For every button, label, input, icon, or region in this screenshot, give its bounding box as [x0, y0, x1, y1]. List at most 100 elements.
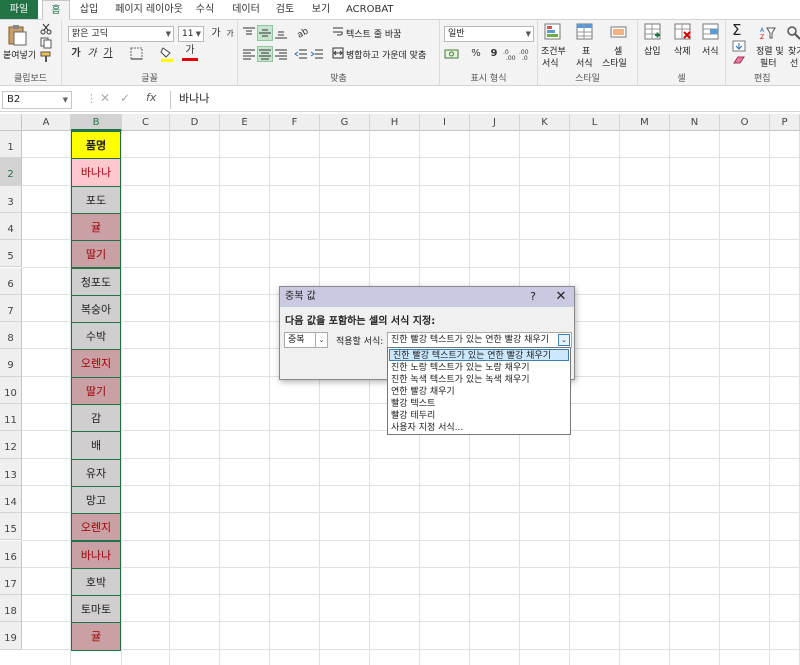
row-header-16[interactable]: 16 — [0, 540, 22, 568]
column-header-d[interactable]: D — [170, 114, 220, 131]
row-header-7[interactable]: 7 — [0, 294, 22, 323]
column-header-n[interactable]: N — [670, 114, 720, 131]
percent-button[interactable]: % — [468, 46, 484, 62]
sort-label-2[interactable]: 필터 — [760, 56, 777, 69]
chevron-down-icon[interactable]: ⌄ — [558, 334, 570, 346]
cell-b15[interactable]: 오렌지 — [71, 513, 121, 542]
cell-style-label-2[interactable]: 스타일 — [602, 56, 627, 69]
duplicate-type-select[interactable]: 중복 ⌄ — [284, 332, 328, 348]
table-label-2[interactable]: 서식 — [576, 56, 593, 69]
column-header-k[interactable]: K — [520, 114, 570, 131]
confirm-entry-icon[interactable]: ✓ — [120, 91, 130, 105]
row-header-17[interactable]: 17 — [0, 567, 22, 596]
format-option[interactable]: 진한 노랑 텍스트가 있는 노랑 채우기 — [388, 362, 570, 374]
decrease-decimal-icon[interactable]: .00.0 — [518, 47, 532, 61]
column-header-o[interactable]: O — [720, 114, 770, 131]
column-header-f[interactable]: F — [270, 114, 320, 131]
bold-button[interactable]: 가 — [68, 46, 84, 62]
formula-input[interactable]: 바나나 — [170, 91, 790, 109]
column-header-h[interactable]: H — [370, 114, 420, 131]
cond-format-label-2[interactable]: 서식 — [542, 56, 559, 69]
format-cells-icon[interactable] — [702, 23, 720, 41]
find-label-2[interactable]: 선 — [790, 56, 798, 69]
font-color-button[interactable]: 가 — [182, 45, 198, 61]
column-header-l[interactable]: L — [570, 114, 620, 131]
row-header-9[interactable]: 9 — [0, 349, 22, 377]
cell-b13[interactable]: 유자 — [71, 458, 121, 487]
column-header-e[interactable]: E — [220, 114, 270, 131]
font-size-select[interactable]: 11 ▼ — [178, 26, 204, 42]
border-icon[interactable] — [130, 47, 144, 61]
format-select[interactable]: 진한 빨강 텍스트가 있는 연한 빨강 채우기 ⌄ — [387, 332, 572, 348]
merge-center-icon[interactable] — [332, 47, 344, 59]
insert-function-icon[interactable]: fx — [146, 91, 156, 104]
delete-label[interactable]: 삭제 — [674, 44, 691, 57]
cell-b16[interactable]: 바나나 — [71, 540, 121, 569]
row-header-2[interactable]: 2 — [0, 158, 22, 186]
close-button[interactable]: ✕ — [552, 287, 570, 307]
tab-acrobat[interactable]: ACROBAT — [346, 0, 394, 19]
column-header-b[interactable]: B — [71, 114, 122, 131]
cut-icon[interactable] — [40, 23, 52, 35]
number-format-select[interactable]: 일반 ▼ — [444, 26, 534, 42]
align-middle-button[interactable] — [257, 25, 273, 41]
clear-icon[interactable] — [732, 55, 746, 65]
row-header-10[interactable]: 10 — [0, 376, 22, 404]
italic-button[interactable]: 가 — [84, 46, 100, 62]
format-painter-icon[interactable] — [40, 51, 52, 63]
cell-b18[interactable]: 토마토 — [71, 595, 121, 624]
row-header-19[interactable]: 19 — [0, 622, 22, 650]
sort-filter-icon[interactable]: AZ — [760, 25, 776, 41]
merge-center-label[interactable]: 병합하고 가운데 맞춤 — [346, 48, 426, 61]
cell-b17[interactable]: 호박 — [71, 567, 121, 597]
row-header-18[interactable]: 18 — [0, 595, 22, 623]
fill-icon[interactable] — [732, 40, 746, 52]
tab-insert[interactable]: 삽입 — [74, 0, 104, 19]
name-box[interactable]: B2 ▼ — [2, 91, 72, 109]
tab-page-layout[interactable]: 페이지 레이아웃 — [108, 0, 190, 19]
format-as-table-icon[interactable] — [576, 23, 594, 41]
row-header-15[interactable]: 15 — [0, 513, 22, 541]
column-header-a[interactable]: A — [22, 114, 71, 131]
font-name-select[interactable]: 맑은 고딕 ▼ — [68, 26, 174, 42]
format-option[interactable]: 진한 빨강 텍스트가 있는 연한 빨강 채우기 — [389, 349, 569, 361]
tab-view[interactable]: 보기 — [308, 0, 334, 19]
row-header-13[interactable]: 13 — [0, 458, 22, 486]
row-header-5[interactable]: 5 — [0, 240, 22, 268]
cell-styles-icon[interactable] — [610, 23, 628, 41]
align-center-button[interactable] — [257, 46, 273, 62]
cell-b7[interactable]: 복숭아 — [71, 294, 121, 324]
row-header-6[interactable]: 6 — [0, 267, 22, 295]
cell-b10[interactable]: 딸기 — [71, 376, 121, 405]
cancel-entry-icon[interactable]: ✕ — [100, 91, 110, 105]
tab-home[interactable]: 홈 — [42, 0, 70, 20]
tab-formulas[interactable]: 수식 — [192, 0, 218, 19]
format-option[interactable]: 진한 녹색 텍스트가 있는 녹색 채우기 — [388, 374, 570, 386]
cell-b12[interactable]: 배 — [71, 431, 121, 460]
wrap-text-label[interactable]: 텍스트 줄 바꿈 — [346, 27, 401, 40]
autosum-icon[interactable]: Σ — [732, 21, 741, 39]
cell-b19[interactable]: 귤 — [71, 622, 121, 651]
paste-icon[interactable] — [6, 24, 28, 46]
format-label[interactable]: 서식 — [702, 44, 719, 57]
tab-review[interactable]: 검토 — [272, 0, 298, 19]
column-header-j[interactable]: J — [470, 114, 520, 131]
shrink-font-button[interactable]: 가 — [222, 26, 238, 42]
find-select-icon[interactable] — [786, 25, 800, 41]
comma-button[interactable]: 9 — [486, 46, 502, 62]
align-right-icon[interactable] — [274, 47, 288, 61]
decrease-indent-icon[interactable] — [294, 47, 308, 61]
cell-b4[interactable]: 귤 — [71, 212, 121, 242]
row-header-3[interactable]: 3 — [0, 185, 22, 213]
fill-color-icon[interactable] — [160, 46, 174, 62]
delete-cells-icon[interactable] — [674, 23, 692, 41]
tab-file[interactable]: 파일 — [0, 0, 38, 19]
wrap-text-icon[interactable] — [332, 26, 344, 38]
select-all-button[interactable] — [0, 114, 22, 131]
format-option[interactable]: 빨강 텍스트 — [388, 398, 570, 410]
cell-b1-header[interactable]: 품명 — [71, 131, 121, 160]
orientation-icon[interactable]: ab — [296, 25, 312, 39]
align-bottom-icon[interactable] — [274, 26, 288, 40]
row-header-14[interactable]: 14 — [0, 485, 22, 514]
cell-b5[interactable]: 딸기 — [71, 240, 121, 269]
